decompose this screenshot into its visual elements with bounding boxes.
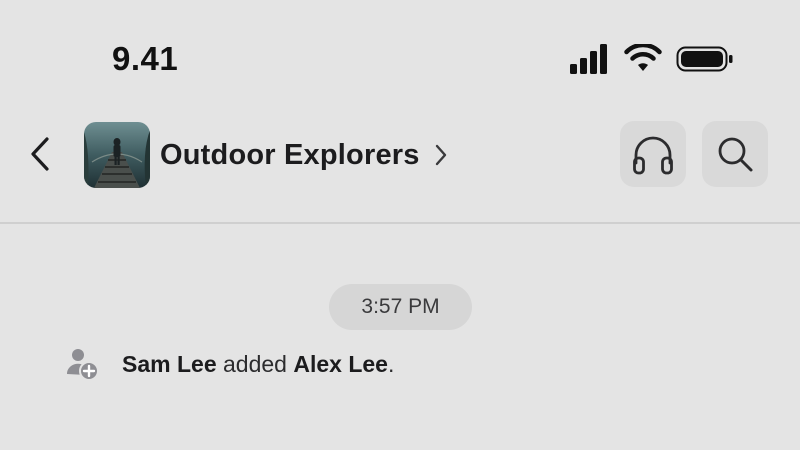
status-icons bbox=[570, 44, 734, 74]
chat-header: Outdoor Explorers bbox=[0, 112, 800, 222]
cellular-signal-icon bbox=[570, 44, 607, 74]
group-info-link[interactable]: Outdoor Explorers bbox=[84, 122, 448, 188]
battery-icon bbox=[676, 46, 733, 72]
headphones-icon bbox=[633, 136, 673, 175]
group-avatar[interactable] bbox=[84, 122, 150, 188]
group-title[interactable]: Outdoor Explorers bbox=[160, 139, 420, 172]
search-icon bbox=[718, 137, 753, 172]
header-divider bbox=[0, 222, 800, 224]
chevron-left-icon bbox=[31, 137, 49, 171]
actor-name: Sam Lee bbox=[122, 350, 217, 377]
timestamp-pill: 3:57 PM bbox=[329, 284, 472, 330]
target-name: Alex Lee bbox=[293, 350, 388, 377]
back-button[interactable] bbox=[22, 132, 58, 176]
timestamp-text: 3:57 PM bbox=[361, 295, 440, 318]
wifi-icon bbox=[624, 44, 662, 71]
status-time: 9.41 bbox=[112, 40, 179, 77]
chevron-right-icon[interactable] bbox=[434, 144, 448, 166]
add-member-icon bbox=[66, 349, 99, 381]
status-bar: 9.41 bbox=[0, 0, 800, 110]
system-message: Sam Lee added Alex Lee. bbox=[66, 344, 394, 384]
message-verb: added bbox=[216, 350, 294, 377]
headphones-button[interactable] bbox=[620, 121, 686, 187]
message-end: . bbox=[387, 350, 395, 377]
search-button[interactable] bbox=[702, 121, 768, 187]
